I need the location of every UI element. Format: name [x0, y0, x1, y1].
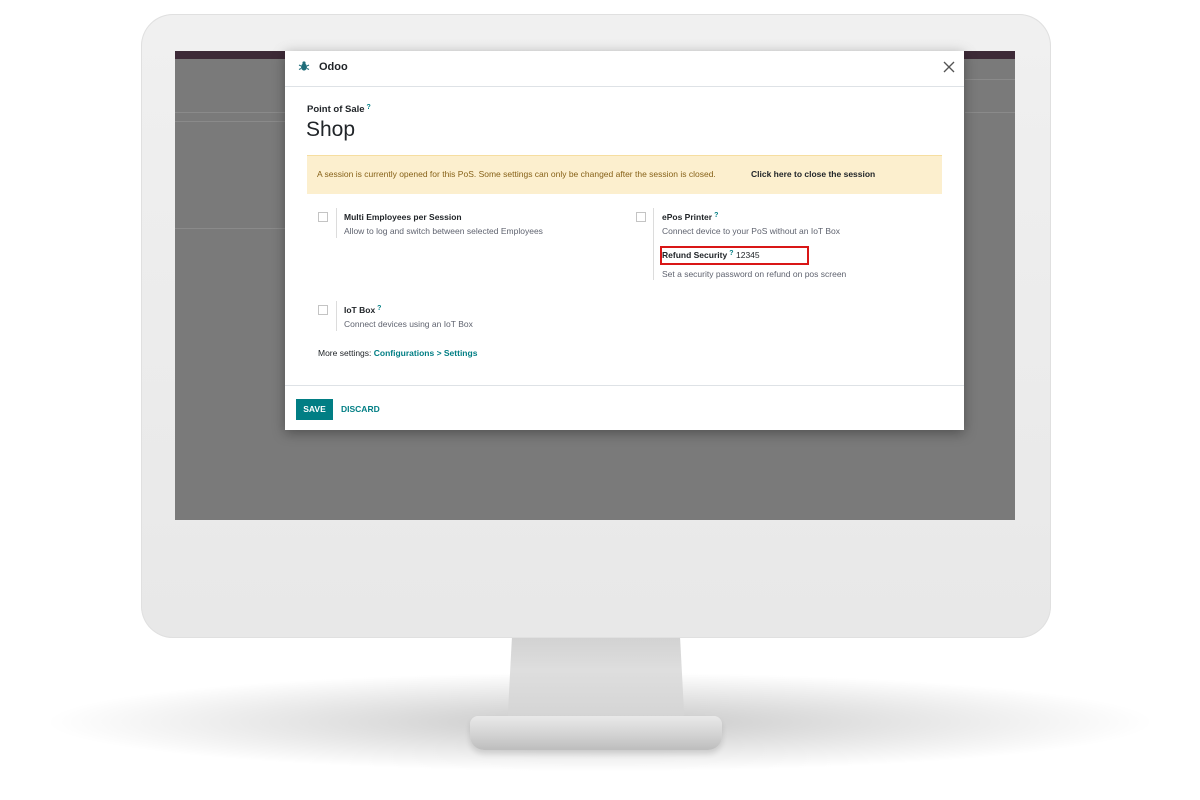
setting-divider	[653, 208, 654, 280]
alert-text: A session is currently opened for this P…	[317, 169, 716, 179]
record-name: Shop	[306, 118, 356, 141]
iot-box-label: IoT Box	[344, 305, 376, 315]
refund-security-label-text: Refund Security	[662, 250, 728, 260]
multi-employees-title: Multi Employees per Session	[344, 212, 462, 222]
multi-employees-description: Allow to log and switch between selected…	[344, 226, 543, 236]
epos-printer-description: Connect device to your PoS without an Io…	[662, 226, 840, 236]
app-label-text: Point of Sale	[307, 104, 365, 115]
iot-box-title: IoT Box?	[344, 305, 381, 315]
app-label: Point of Sale?	[307, 104, 371, 115]
refund-security-input[interactable]: 12345	[736, 250, 760, 260]
help-icon[interactable]: ?	[377, 305, 381, 312]
epos-printer-checkbox[interactable]	[636, 212, 646, 222]
monitor-stand-base	[470, 716, 722, 750]
help-icon[interactable]: ?	[729, 250, 733, 257]
settings-dialog: Odoo Point of Sale? Shop A session is cu…	[285, 51, 964, 430]
close-icon[interactable]	[940, 58, 958, 76]
setting-divider	[336, 301, 337, 331]
session-warning-alert: A session is currently opened for this P…	[307, 155, 942, 194]
background-divider	[175, 112, 285, 113]
iot-box-description: Connect devices using an IoT Box	[344, 319, 473, 329]
background-divider	[965, 79, 1015, 80]
multi-employees-checkbox[interactable]	[318, 212, 328, 222]
epos-printer-label: ePos Printer	[662, 212, 713, 222]
dialog-footer: SAVE DISCARD	[285, 385, 964, 431]
odoo-bug-icon	[298, 61, 310, 71]
help-icon[interactable]: ?	[714, 212, 718, 219]
epos-printer-title: ePos Printer?	[662, 212, 718, 222]
background-divider	[175, 121, 285, 122]
configurations-settings-link[interactable]: Configurations > Settings	[374, 348, 478, 358]
close-session-link[interactable]: Click here to close the session	[751, 169, 875, 179]
iot-box-checkbox[interactable]	[318, 305, 328, 315]
refund-security-description: Set a security password on refund on pos…	[662, 269, 847, 279]
more-settings: More settings: Configurations > Settings	[318, 348, 477, 358]
background-divider	[965, 112, 1015, 113]
help-icon[interactable]: ?	[367, 104, 371, 111]
setting-divider	[336, 208, 337, 238]
monitor-stand-neck	[507, 630, 685, 730]
save-button[interactable]: SAVE	[296, 399, 333, 420]
background-divider	[175, 228, 285, 229]
refund-security-label: Refund Security?	[662, 250, 733, 260]
discard-button[interactable]: DISCARD	[341, 399, 380, 420]
dialog-header: Odoo	[285, 51, 964, 87]
dialog-title: Odoo	[319, 61, 348, 73]
more-settings-prefix: More settings:	[318, 348, 372, 358]
